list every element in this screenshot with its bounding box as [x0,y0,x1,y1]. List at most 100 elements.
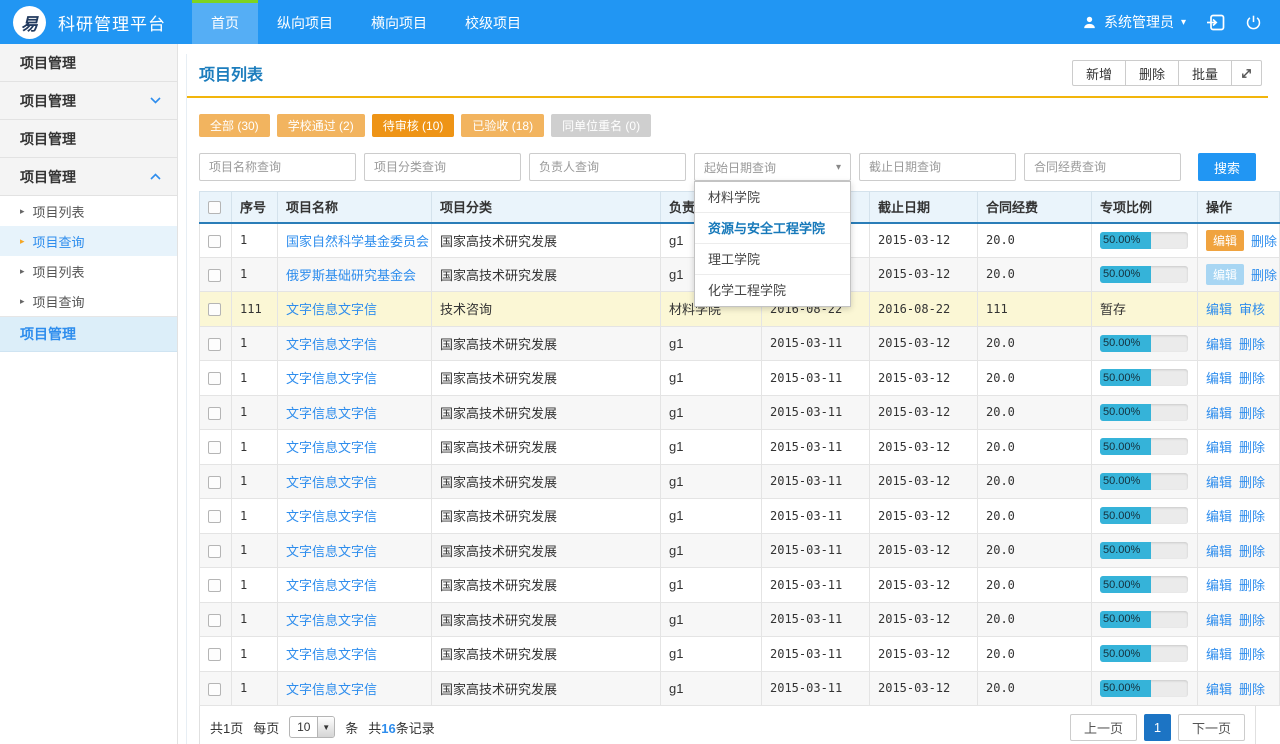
project-name-input[interactable] [199,153,356,181]
edit-button[interactable]: 编辑 [1206,299,1232,318]
dropdown-option-3[interactable]: 化学工程学院 [695,275,850,306]
search-button[interactable]: 搜索 [1198,153,1256,181]
row-checkbox[interactable] [208,683,221,696]
toolbar-button-2[interactable]: 批量 [1178,60,1232,86]
prev-page-button[interactable]: 上一页 [1070,714,1137,741]
row-checkbox[interactable] [208,441,221,454]
edit-button[interactable]: 编辑 [1206,644,1232,663]
delete-button[interactable]: 删除 [1239,368,1265,387]
filter-tab-3[interactable]: 已验收 (18) [461,114,544,137]
project-name-link[interactable]: 文字信息文字信 [286,406,377,421]
row-checkbox[interactable] [208,476,221,489]
filter-tab-2[interactable]: 待审核 (10) [372,114,455,137]
project-name-link[interactable]: 文字信息文字信 [286,509,377,524]
nav-tab-3[interactable]: 校级项目 [446,0,540,44]
nav-tab-1[interactable]: 纵向项目 [258,0,352,44]
sidebar-item-1[interactable]: 项目管理 [0,82,177,120]
sidebar-subitem-3-1[interactable]: ▸项目查询 [0,226,177,256]
project-name-link[interactable]: 文字信息文字信 [286,682,377,697]
sidebar-item-3[interactable]: 项目管理 [0,158,177,196]
logo-glyph: 易 [21,10,38,35]
row-checkbox[interactable] [208,648,221,661]
user-menu[interactable]: 系统管理员 ▾ [1082,12,1186,32]
sidebar-item-4[interactable]: 项目管理 [0,316,177,352]
project-name-link[interactable]: 文字信息文字信 [286,578,377,593]
project-name-link[interactable]: 文字信息文字信 [286,440,377,455]
delete-button[interactable]: 删除 [1239,644,1265,663]
row-checkbox[interactable] [208,510,221,523]
end-date-input[interactable] [859,153,1016,181]
page-size-select[interactable]: 10 ▼ [289,716,335,738]
edit-button[interactable]: 编辑 [1206,541,1232,560]
row-checkbox[interactable] [208,579,221,592]
dropdown-option-2[interactable]: 理工学院 [695,244,850,275]
edit-button[interactable]: 编辑 [1206,575,1232,594]
edit-button[interactable]: 编辑 [1206,472,1232,491]
sidebar-subitem-3-0[interactable]: ▸项目列表 [0,196,177,226]
nav-tab-2[interactable]: 横向项目 [352,0,446,44]
delete-button[interactable]: 删除 [1239,472,1265,491]
project-name-link[interactable]: 文字信息文字信 [286,371,377,386]
delete-button[interactable]: 删除 [1239,334,1265,353]
progress-bar: 50.00% [1100,473,1188,490]
delete-button[interactable]: 删除 [1251,231,1277,250]
delete-button[interactable]: 删除 [1239,610,1265,629]
project-name-link[interactable]: 文字信息文字信 [286,475,377,490]
row-checkbox[interactable] [208,614,221,627]
sidebar-subitem-3-3[interactable]: ▸项目查询 [0,286,177,316]
toolbar-button-1[interactable]: 删除 [1125,60,1179,86]
project-name-link[interactable]: 国家自然科学基金委员会 [286,234,429,249]
owner-input[interactable] [529,153,686,181]
filter-tab-4[interactable]: 同单位重名 (0) [551,114,651,137]
next-page-button[interactable]: 下一页 [1178,714,1245,741]
edit-button[interactable]: 编辑 [1206,403,1232,422]
review-button[interactable]: 审核 [1239,299,1265,318]
row-checkbox[interactable] [208,545,221,558]
select-all-checkbox[interactable] [208,201,221,214]
row-checkbox[interactable] [208,372,221,385]
delete-button[interactable]: 删除 [1239,541,1265,560]
sidebar-item-2[interactable]: 项目管理 [0,120,177,158]
project-name-link[interactable]: 文字信息文字信 [286,337,377,352]
project-name-link[interactable]: 文字信息文字信 [286,544,377,559]
project-name-link[interactable]: 文字信息文字信 [286,647,377,662]
delete-button[interactable]: 删除 [1239,679,1265,698]
dropdown-option-1[interactable]: 资源与安全工程学院 [695,213,850,244]
edit-button[interactable]: 编辑 [1206,437,1232,456]
row-checkbox[interactable] [208,407,221,420]
edit-button[interactable]: 编辑 [1206,230,1244,251]
edit-button[interactable]: 编辑 [1206,506,1232,525]
expand-arrows-icon[interactable] [1231,60,1262,86]
edit-button[interactable]: 编辑 [1206,264,1244,285]
delete-button[interactable]: 删除 [1239,437,1265,456]
start-date-select[interactable]: 起始日期查询 ▾ [694,153,851,181]
contract-fund-input[interactable] [1024,153,1181,181]
delete-button[interactable]: 删除 [1239,575,1265,594]
nav-tab-0[interactable]: 首页 [192,0,258,44]
edit-button[interactable]: 编辑 [1206,679,1232,698]
delete-button[interactable]: 删除 [1251,265,1277,284]
project-name-link[interactable]: 文字信息文字信 [286,302,377,317]
delete-button[interactable]: 删除 [1239,403,1265,422]
project-category-input[interactable] [364,153,521,181]
filter-tab-0[interactable]: 全部 (30) [199,114,270,137]
edit-button[interactable]: 编辑 [1206,610,1232,629]
project-name-link[interactable]: 文字信息文字信 [286,613,377,628]
project-name-link[interactable]: 俄罗斯基础研究基金会 [286,268,416,283]
row-checkbox[interactable] [208,338,221,351]
row-checkbox[interactable] [208,303,221,316]
toolbar-button-0[interactable]: 新增 [1072,60,1126,86]
edit-button[interactable]: 编辑 [1206,334,1232,353]
seq-cell: 1 [232,568,278,603]
power-icon[interactable] [1245,14,1262,31]
edit-button[interactable]: 编辑 [1206,368,1232,387]
row-checkbox[interactable] [208,269,221,282]
exit-icon[interactable] [1206,14,1225,31]
dropdown-option-0[interactable]: 材料学院 [695,182,850,213]
sidebar-item-0[interactable]: 项目管理 [0,44,177,82]
row-checkbox[interactable] [208,235,221,248]
filter-tab-1[interactable]: 学校通过 (2) [277,114,365,137]
current-page-button[interactable]: 1 [1144,714,1171,741]
delete-button[interactable]: 删除 [1239,506,1265,525]
sidebar-subitem-3-2[interactable]: ▸项目列表 [0,256,177,286]
